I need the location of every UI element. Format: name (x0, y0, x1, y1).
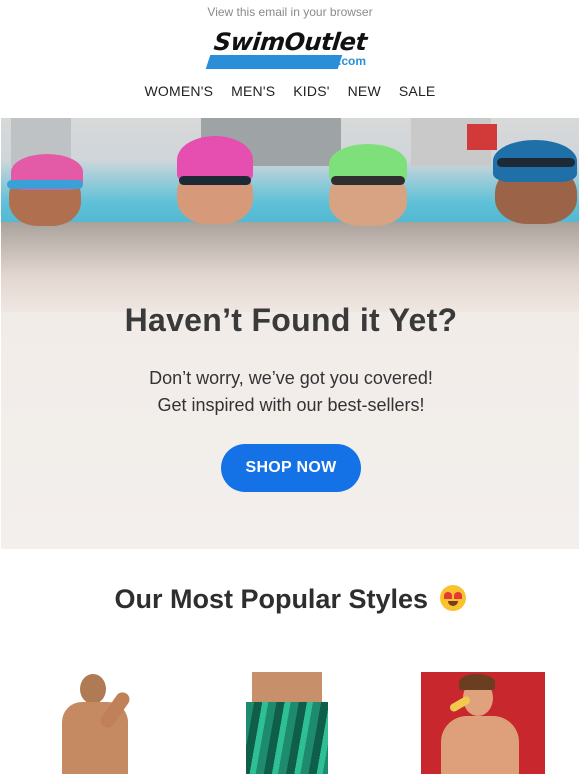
nav-sale[interactable]: SALE (399, 83, 436, 99)
popular-styles-heading: Our Most Popular Styles (0, 584, 580, 615)
shop-now-button[interactable]: SHOP NOW (221, 444, 361, 492)
hero-subtitle-2: Get inspired with our best-sellers! (157, 395, 425, 415)
nav-mens[interactable]: MEN'S (231, 83, 275, 99)
nav-kids[interactable]: KIDS' (293, 83, 329, 99)
hero-subtitle-1: Don’t worry, we’ve got you covered! (149, 368, 433, 388)
logo-swoosh (205, 55, 343, 69)
hero-deck-image (1, 222, 579, 312)
hero-title: Haven’t Found it Yet? (124, 302, 458, 338)
logo-wordmark: SwimOutlet (212, 28, 369, 56)
nav-womens[interactable]: WOMEN'S (145, 83, 214, 99)
logo-domain: .com (338, 54, 367, 68)
product-image-1[interactable] (48, 672, 144, 774)
view-in-browser-link[interactable]: View this email in your browser (0, 5, 580, 19)
product-image-3[interactable] (421, 672, 545, 774)
nav-new[interactable]: NEW (348, 83, 381, 99)
product-image-2[interactable] (246, 672, 328, 774)
main-nav: WOMEN'S MEN'S KIDS' NEW SALE (0, 83, 580, 99)
email-body: View this email in your browser SwimOutl… (0, 0, 580, 774)
popular-styles-title: Our Most Popular Styles (114, 584, 429, 614)
swimoutlet-logo[interactable]: SwimOutlet .com (205, 28, 378, 72)
heart-eyes-emoji-icon (439, 584, 466, 611)
hero-pool-image (1, 118, 579, 238)
